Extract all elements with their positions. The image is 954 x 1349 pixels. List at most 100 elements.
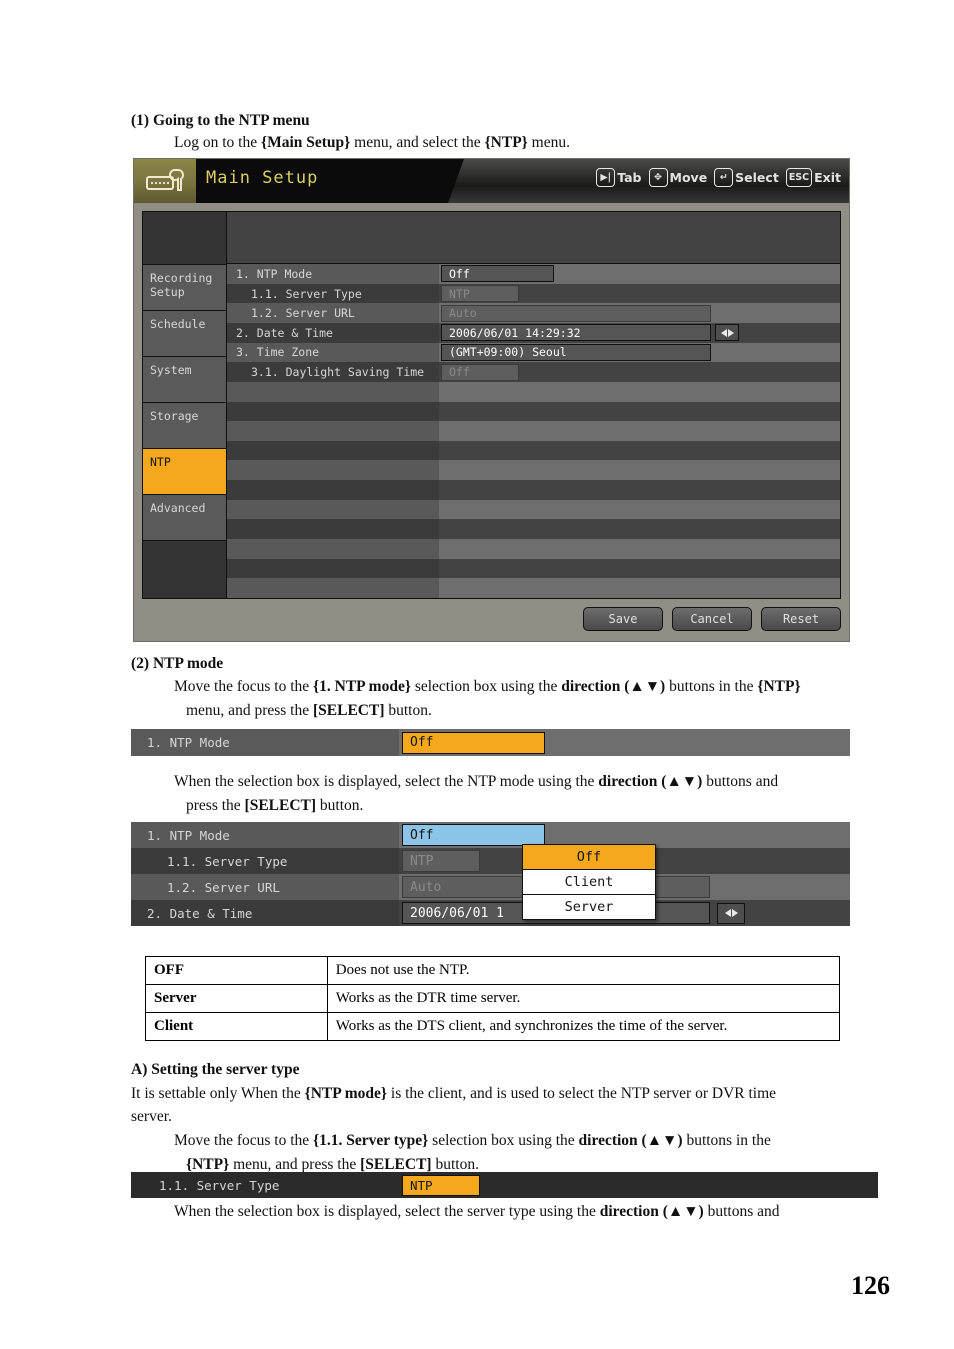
save-button[interactable]: Save [583, 607, 663, 631]
section-1-instruction: Log on to the {Main Setup} menu, and sel… [174, 131, 570, 154]
left-right-arrows-icon[interactable] [717, 902, 745, 924]
dvr-title-bar: Main Setup ▶| Tab ✥ Move ↵ Select ESC Ex… [134, 159, 849, 203]
text-fragment: is the client, and is used to select the… [387, 1085, 777, 1102]
section-a-paragraph-line1: It is settable only When the {NTP mode} … [131, 1082, 871, 1105]
value-ntp-mode-focused[interactable]: Off [402, 824, 545, 846]
text-fragment: It is settable only When the [131, 1085, 305, 1102]
text-fragment-bold: direction (▲▼) [578, 1132, 683, 1149]
sidebar-item-advanced[interactable]: Advanced [143, 495, 226, 541]
setting-row-server-type[interactable]: 1.1. Server Type NTP [227, 283, 840, 304]
value-server-type[interactable]: NTP [402, 850, 480, 872]
setting-row-daylight-saving[interactable]: 3.1. Daylight Saving Time Off [227, 362, 840, 382]
text-fragment: buttons and [702, 773, 779, 790]
hint-move[interactable]: ✥ Move [648, 168, 707, 187]
dvr-settings-panel: 1. NTP Mode Off 1.1. Server Type NTP 1.2… [227, 212, 840, 598]
table-row: Server Works as the DTR time server. [145, 984, 841, 1013]
sidebar-item-ntp[interactable]: NTP [143, 449, 226, 495]
dropdown-row-date-time[interactable]: 2. Date & Time 2006/06/01 1 [131, 900, 850, 926]
section-1-heading: (1) Going to the NTP menu [131, 112, 310, 129]
dropdown-row-ntp-mode[interactable]: 1. NTP Mode Off [131, 822, 850, 848]
row-label: 2. Date & Time [147, 905, 253, 921]
value-ntp-mode[interactable]: Off [441, 265, 554, 283]
value-ntp-mode-selected[interactable]: Off [402, 731, 545, 754]
text-fragment-bold: direction (▲▼) [598, 773, 703, 790]
row-value-area [439, 381, 840, 402]
page-number: 126 [851, 1271, 890, 1300]
row-label: 1.1. Server Type [251, 286, 362, 301]
dvr-sidebar: Recording Setup Schedule System Storage … [143, 212, 227, 598]
setting-row-empty [227, 578, 840, 598]
row-value-area: Off [439, 362, 840, 382]
value-server-type-selected[interactable]: NTP [402, 1174, 480, 1196]
hint-exit[interactable]: ESC Exit [785, 168, 841, 187]
text-fragment: menu, and select the [350, 134, 485, 151]
value-server-type[interactable]: NTP [441, 285, 519, 303]
sidebar-item-schedule[interactable]: Schedule [143, 311, 226, 357]
value-server-url[interactable]: Auto [441, 304, 711, 322]
setting-row-empty [227, 381, 840, 402]
row-value-area [439, 421, 840, 441]
ntp-mode-option-popup[interactable]: Off Client Server [522, 844, 656, 920]
sidebar-item-recording-setup[interactable]: Recording Setup [143, 265, 226, 311]
server-type-strip: 1.1. Server Type NTP [131, 1172, 878, 1198]
strip-label: 1. NTP Mode [147, 735, 230, 750]
settings-header-blank [227, 212, 840, 265]
setting-row-empty [227, 480, 840, 500]
dvr-body: Recording Setup Schedule System Storage … [142, 211, 841, 599]
section-2-instruction-line1: Move the focus to the {1. NTP mode} sele… [174, 675, 874, 698]
cancel-button[interactable]: Cancel [672, 607, 752, 631]
strip-label: 1.1. Server Type [159, 1177, 280, 1193]
text-fragment-bold: {Main Setup} [260, 134, 351, 151]
esc-icon: ESC [785, 168, 813, 187]
sidebar-item-system[interactable]: System [143, 357, 226, 403]
hint-label: Select [735, 170, 779, 185]
setting-row-server-url[interactable]: 1.2. Server URL Auto [227, 303, 840, 323]
row-value-area: Off [439, 264, 840, 284]
text-fragment-bold: [SELECT] [312, 702, 385, 719]
value-daylight-saving[interactable]: Off [441, 363, 519, 381]
text-fragment-bold: {NTP} [757, 678, 801, 695]
hint-select[interactable]: ↵ Select [714, 168, 779, 187]
text-fragment: Move the focus to the [174, 1132, 314, 1149]
section-2-instruction-line2: menu, and press the [SELECT] button. [186, 699, 432, 722]
setting-row-time-zone[interactable]: 3. Time Zone (GMT+09:00) Seoul [227, 342, 840, 363]
section-2-instruction-line4: press the [SELECT] button. [186, 794, 363, 817]
section-a-heading: A) Setting the server type [131, 1061, 300, 1078]
text-fragment: press the [186, 797, 245, 814]
ntp-mode-description-table: OFF Does not use the NTP. Server Works a… [145, 956, 841, 1041]
arrow-right-icon [731, 909, 738, 917]
section-a-paragraph-line2: server. [131, 1108, 172, 1125]
option-server[interactable]: Server [523, 895, 655, 919]
setting-row-empty [227, 539, 840, 559]
table-cell-key: Server [145, 984, 328, 1013]
table-row: Client Works as the DTS client, and sync… [145, 1012, 841, 1041]
value-date-time[interactable]: 2006/06/01 14:29:32 [441, 324, 711, 342]
dvr-footer-buttons: Save Cancel Reset [142, 603, 841, 635]
arrow-left-icon [724, 909, 731, 917]
section-2-heading: (2) NTP mode [131, 655, 224, 672]
row-value-area [439, 499, 840, 520]
row-label: 1.2. Server URL [251, 306, 355, 321]
ntp-mode-dropdown-screenshot: 1. NTP Mode Off 1.1. Server Type NTP 1.2… [131, 822, 850, 926]
sidebar-item-storage[interactable]: Storage [143, 403, 226, 449]
main-setup-screenshot: Main Setup ▶| Tab ✥ Move ↵ Select ESC Ex… [133, 158, 850, 642]
text-fragment-bold: {NTP mode} [304, 1085, 388, 1102]
row-value-area: NTP [439, 283, 840, 304]
option-client[interactable]: Client [523, 870, 655, 895]
setting-row-empty [227, 519, 840, 540]
setting-row-empty [227, 401, 840, 422]
option-off[interactable]: Off [523, 845, 655, 870]
setting-row-date-time[interactable]: 2. Date & Time 2006/06/01 14:29:32 [227, 323, 840, 343]
value-time-zone[interactable]: (GMT+09:00) Seoul [441, 343, 711, 361]
reset-button[interactable]: Reset [761, 607, 841, 631]
setting-row-ntp-mode[interactable]: 1. NTP Mode Off [227, 264, 840, 284]
left-right-arrows-icon[interactable] [715, 324, 739, 342]
text-fragment: When the selection box is displayed, sel… [174, 1203, 600, 1220]
dropdown-row-server-url[interactable]: 1.2. Server URL Auto [131, 874, 850, 900]
hint-tab[interactable]: ▶| Tab [596, 168, 642, 187]
row-label: 1. NTP Mode [236, 266, 313, 281]
dropdown-row-server-type[interactable]: 1.1. Server Type NTP [131, 848, 850, 874]
text-fragment: buttons and [703, 1203, 780, 1220]
strip-value-area: NTP [399, 1172, 878, 1198]
section-a-instruction-line1: Move the focus to the {1.1. Server type}… [174, 1129, 874, 1152]
